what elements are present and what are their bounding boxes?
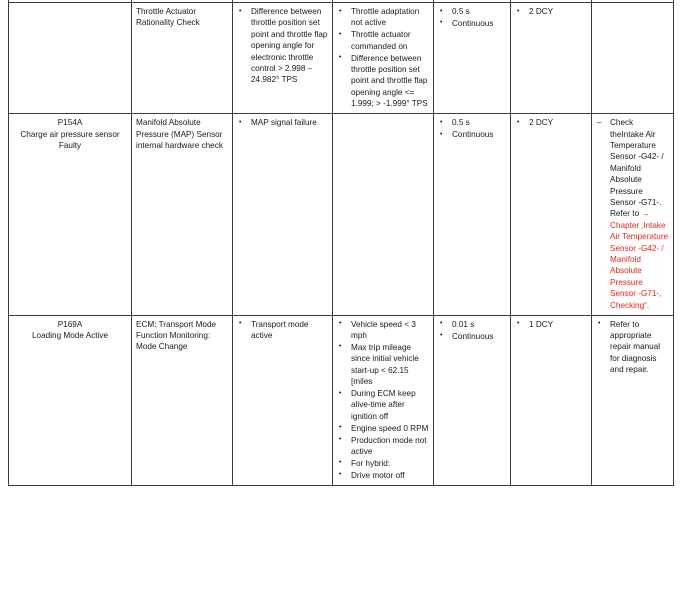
list-item: 0.01 s [438, 318, 506, 330]
cell-dtc [8, 2, 132, 115]
cell-malfunction-criteria: Difference between throttle position set… [232, 2, 333, 115]
enable-conditions-list: Throttle adaptation not active Throttle … [337, 6, 429, 110]
list-item: Difference between throttle position set… [337, 52, 429, 110]
list-item: For hybrid: [337, 457, 429, 469]
cell-dtc: P169A Loading Mode Active [8, 314, 132, 486]
list-item: Transport mode active [237, 318, 328, 342]
list-item: Refer to appropriate repair manual for d… [596, 318, 669, 376]
cell-time-required: 0.5 s Continuous [433, 113, 511, 316]
list-item: Continuous [438, 129, 506, 141]
list-item: 0.5 s [438, 6, 506, 18]
cell-repair-instructions: Refer to appropriate repair manual for d… [591, 314, 674, 486]
monitor-description-text: Manifold Absolute Pressure (MAP) Sensor … [136, 118, 223, 150]
mil-illumination-list: 2 DCY [515, 6, 587, 18]
list-item: Production mode not active [337, 434, 429, 458]
list-item: Continuous [438, 330, 506, 342]
cell-dtc: P154A Charge air pressure sensor Faulty [8, 113, 132, 316]
cell-mil-illumination: 1 DCY [510, 314, 592, 486]
cell-mil-illumination: 2 DCY [510, 2, 592, 115]
cell-monitor-description: Throttle Actuator Rationality Check [131, 2, 233, 115]
table-row: Throttle Actuator Rationality Check Diff… [8, 2, 674, 115]
dtc-code: P154A [57, 118, 83, 128]
repair-list: Check theIntake Air Temperature Sensor -… [596, 117, 669, 311]
mil-illumination-list: 2 DCY [515, 117, 587, 129]
mil-illumination-list: 1 DCY [515, 318, 587, 330]
cell-malfunction-criteria: MAP signal failure [232, 113, 333, 316]
cell-enable-conditions: Vehicle speed < 3 mph Max trip mileage s… [332, 314, 434, 486]
dtc-diagnostic-table: Throttle actuator commanded on . Refer t… [8, 0, 674, 486]
list-item: Check theIntake Air Temperature Sensor -… [596, 117, 669, 311]
list-item: Throttle adaptation not active [337, 6, 429, 29]
cell-enable-conditions [332, 113, 434, 316]
repair-list: Refer to appropriate repair manual for d… [596, 318, 669, 376]
repair-black-text: Check theIntake Air Temperature Sensor -… [610, 118, 664, 219]
cell-mil-illumination: 2 DCY [510, 113, 592, 316]
malfunction-criteria-list: Difference between throttle position set… [237, 6, 328, 86]
monitor-description-text: Throttle Actuator Rationality Check [136, 7, 200, 28]
list-item: Throttle actuator commanded on [337, 29, 429, 52]
list-item: Engine speed 0 RPM [337, 422, 429, 434]
cell-malfunction-criteria: Transport mode active [232, 314, 333, 486]
cell-repair-instructions: Check theIntake Air Temperature Sensor -… [591, 113, 674, 316]
table-row: P169A Loading Mode Active ECM: Transport… [8, 314, 674, 486]
list-item: MAP signal failure [237, 117, 328, 129]
cell-monitor-description: Manifold Absolute Pressure (MAP) Sensor … [131, 113, 233, 316]
list-item: Continuous [438, 17, 506, 29]
list-item: Drive motor off [337, 469, 429, 481]
repair-red-link[interactable]: → Chapter ‚Intake Air Temperature Sensor… [610, 209, 668, 309]
monitor-description-text: ECM: Transport Mode Function Monitoring:… [136, 319, 217, 352]
cell-repair-instructions [591, 2, 674, 115]
list-item: 1 DCY [515, 318, 587, 330]
dtc-code: P169A [57, 319, 83, 329]
list-item: 2 DCY [515, 117, 587, 129]
cell-time-required: 0.01 s Continuous [433, 314, 511, 486]
dtc-description: Loading Mode Active [31, 331, 108, 340]
list-item: 0.5 s [438, 117, 506, 129]
cell-enable-conditions: Throttle adaptation not active Throttle … [332, 2, 434, 115]
list-item: 2 DCY [515, 6, 587, 18]
list-item: Difference between throttle position set… [237, 6, 328, 86]
list-item: During ECM keep alive-time after ignitio… [337, 388, 429, 422]
cell-monitor-description: ECM: Transport Mode Function Monitoring:… [131, 314, 233, 486]
malfunction-criteria-list: MAP signal failure [237, 117, 328, 129]
list-item: Max trip mileage since initial vehicle s… [337, 341, 429, 388]
list-item: Vehicle speed < 3 mph [337, 318, 429, 342]
time-required-list: 0.5 s Continuous [438, 117, 506, 141]
malfunction-criteria-list: Transport mode active [237, 318, 328, 342]
document-page: Throttle actuator commanded on . Refer t… [0, 0, 680, 607]
time-required-list: 0.01 s Continuous [438, 318, 506, 342]
time-required-list: 0.5 s Continuous [438, 6, 506, 30]
table-row: P154A Charge air pressure sensor Faulty … [8, 113, 674, 316]
dtc-description: Charge air pressure sensor Faulty [20, 129, 120, 150]
cell-time-required: 0.5 s Continuous [433, 2, 511, 115]
enable-conditions-list: Vehicle speed < 3 mph Max trip mileage s… [337, 318, 429, 482]
